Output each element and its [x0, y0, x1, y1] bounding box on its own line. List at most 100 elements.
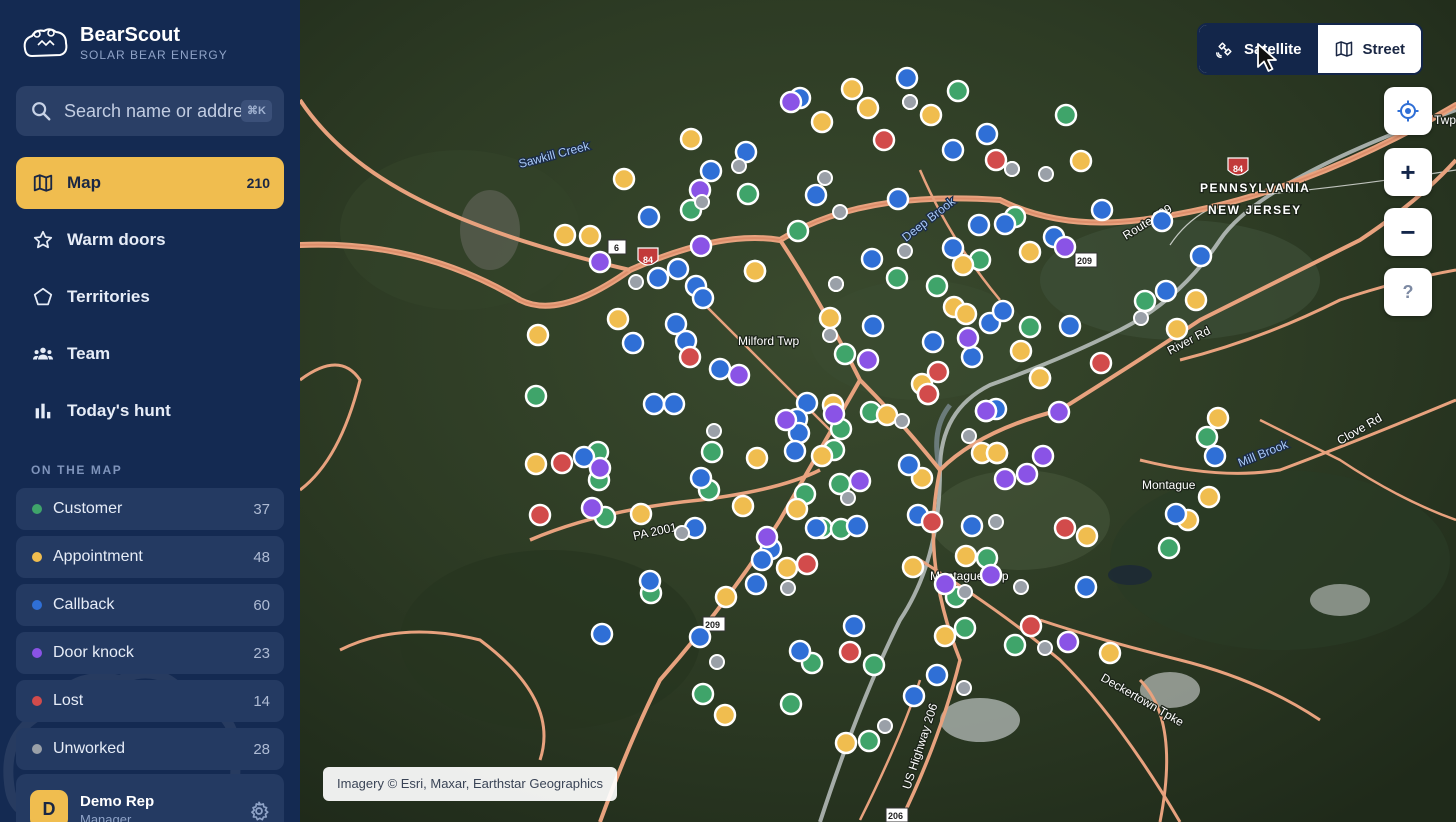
nav-item-team[interactable]: Team: [16, 328, 284, 380]
zoom-out-button[interactable]: −: [1384, 208, 1432, 256]
legend-item-callback[interactable]: Callback 60: [16, 584, 284, 626]
pin-callback: [804, 516, 828, 540]
pin-customer: [862, 653, 886, 677]
pin-callback: [960, 514, 984, 538]
bear-logo-icon: [23, 27, 68, 57]
legend-label: Unworked: [53, 740, 126, 757]
pin-lost: [795, 552, 819, 576]
legend-item-unworked[interactable]: Unworked 28: [16, 728, 284, 770]
legend-label: Callback: [53, 596, 115, 613]
nav-item-warm-doors[interactable]: Warm doors: [16, 214, 284, 266]
pin-callback: [861, 314, 885, 338]
map-view[interactable]: Milford Twp Montague Montague Twp PENNSY…: [300, 0, 1456, 822]
pin-customer: [1018, 315, 1042, 339]
pin-door-knock: [993, 467, 1017, 491]
pin-unworked: [897, 243, 913, 259]
nav-item-territories[interactable]: Territories: [16, 271, 284, 323]
locate-button[interactable]: [1384, 87, 1432, 135]
search-shortcut-badge: ⌘K: [241, 100, 272, 122]
pin-callback: [842, 614, 866, 638]
pin-door-knock: [588, 456, 612, 480]
pin-door-knock: [979, 563, 1003, 587]
pin-lost: [916, 382, 940, 406]
pin-customer: [946, 79, 970, 103]
legend-item-customer[interactable]: Customer 37: [16, 488, 284, 530]
pin-callback: [708, 357, 732, 381]
pin-lost: [984, 148, 1008, 172]
legend-item-lost[interactable]: Lost 14: [16, 680, 284, 722]
pin-unworked: [894, 413, 910, 429]
pin-appointment: [840, 77, 864, 101]
pin-unworked: [961, 428, 977, 444]
nav-item-todays-hunt[interactable]: Today's hunt: [16, 385, 284, 437]
pin-customer: [857, 729, 881, 753]
pin-appointment: [731, 494, 755, 518]
pin-door-knock: [727, 363, 751, 387]
legend-label: Customer: [53, 500, 123, 517]
pin-appointment: [901, 555, 925, 579]
zoom-in-button[interactable]: +: [1384, 148, 1432, 196]
legend-label: Door knock: [53, 644, 134, 661]
nav-label-warm-doors: Warm doors: [67, 230, 166, 249]
user-card[interactable]: D Demo Rep Manager: [16, 774, 284, 822]
pin-door-knock: [933, 572, 957, 596]
pin-callback: [689, 466, 713, 490]
brand-subtitle: SOLAR BEAR ENERGY: [80, 48, 228, 62]
pin-appointment: [985, 441, 1009, 465]
pin-unworked: [832, 204, 848, 220]
pin-appointment: [1018, 240, 1042, 264]
pin-callback: [590, 622, 614, 646]
pin-customer: [691, 682, 715, 706]
pin-customer: [1157, 536, 1181, 560]
pin-lost: [838, 640, 862, 664]
satellite-icon: [1216, 42, 1232, 58]
pin-unworked: [706, 423, 722, 439]
legend-item-door-knock[interactable]: Door knock 23: [16, 632, 284, 674]
search-input[interactable]: [64, 100, 242, 122]
pin-customer: [953, 616, 977, 640]
brand[interactable]: BearScout SOLAR BEAR ENERGY: [20, 24, 228, 63]
pin-callback: [646, 266, 670, 290]
search-box[interactable]: ⌘K: [16, 86, 284, 136]
gear-icon[interactable]: [248, 800, 270, 822]
pin-callback: [744, 572, 768, 596]
appointment-dot-icon: [32, 552, 42, 562]
pin-appointment: [810, 444, 834, 468]
pin-callback: [975, 122, 999, 146]
pin-callback: [662, 392, 686, 416]
i84-shield-east-icon: 84: [1227, 157, 1249, 176]
pin-appointment: [818, 306, 842, 330]
pin-appointment: [612, 167, 636, 191]
legend-count: 48: [253, 548, 270, 566]
pin-callback: [860, 247, 884, 271]
pin-callback: [1090, 198, 1114, 222]
pin-callback: [967, 213, 991, 237]
pin-unworked: [988, 514, 1004, 530]
pin-callback: [960, 345, 984, 369]
pin-lost: [926, 360, 950, 384]
main-nav: Map 210 Warm doors Territories Team Toda…: [16, 157, 284, 442]
pin-lost: [678, 345, 702, 369]
pin-callback: [804, 183, 828, 207]
street-toggle-button[interactable]: Street: [1317, 25, 1422, 73]
pin-unworked: [840, 490, 856, 506]
pin-customer: [1133, 289, 1157, 313]
pin-door-knock: [689, 234, 713, 258]
help-button[interactable]: ?: [1384, 268, 1432, 316]
pin-appointment: [524, 452, 548, 476]
pin-unworked: [1004, 161, 1020, 177]
user-name: Demo Rep: [80, 793, 155, 810]
pin-customer: [1195, 425, 1219, 449]
pin-customer: [524, 384, 548, 408]
pin-customer: [1003, 633, 1027, 657]
pin-appointment: [1197, 485, 1221, 509]
pin-unworked: [1037, 640, 1053, 656]
satellite-map[interactable]: Milford Twp Montague Montague Twp PENNSY…: [300, 0, 1456, 822]
nav-item-map[interactable]: Map 210: [16, 157, 284, 209]
i84-shield-icon: 84: [637, 247, 659, 266]
pin-unworked: [956, 680, 972, 696]
street-label: Street: [1362, 40, 1406, 58]
pin-appointment: [1098, 641, 1122, 665]
legend-item-appointment[interactable]: Appointment 48: [16, 536, 284, 578]
pin-door-knock: [1031, 444, 1055, 468]
